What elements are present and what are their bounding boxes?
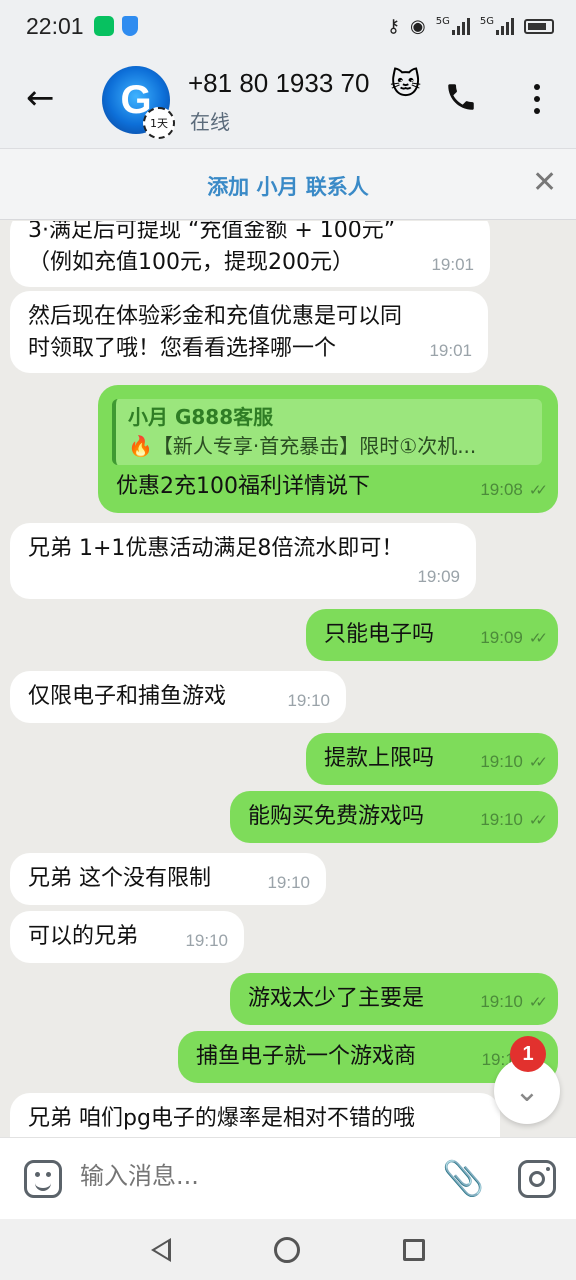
- paperclip-icon[interactable]: 📎: [442, 1160, 484, 1198]
- message-text: 3·满足后可提现 “充值金额 + 100元” （例如充值100元，提现200元）: [28, 221, 396, 275]
- reply-text: 🔥【新人专享·首充暴击】限时①次机...: [128, 434, 477, 458]
- message-bubble[interactable]: 只能电子吗 19:09 ✓✓: [306, 609, 558, 661]
- read-ticks-icon: ✓✓: [528, 482, 548, 499]
- status-bar: 22:01 ⚷ ◉ 5G 5G: [0, 0, 576, 52]
- message-bubble[interactable]: 提款上限吗 19:10 ✓✓: [306, 733, 558, 785]
- unread-badge: 1: [510, 1036, 546, 1072]
- read-ticks-icon: ✓✓: [528, 630, 548, 647]
- message-text: 仅限电子和捕鱼游戏: [28, 684, 227, 709]
- message-meta: 19:10 ✓✓: [480, 986, 548, 1019]
- network-type-1: 5G: [435, 16, 450, 27]
- nav-home-icon[interactable]: [273, 1236, 300, 1263]
- status-time: 22:01: [26, 12, 84, 39]
- message-bubble[interactable]: 兄弟 这个没有限制 19:10: [10, 853, 326, 905]
- contact-name[interactable]: +81 80 1933 70: [188, 68, 369, 99]
- cat-sticker-icon: 🐱: [390, 67, 422, 102]
- wechat-icon: [93, 16, 114, 36]
- nav-recents-icon[interactable]: [402, 1238, 425, 1261]
- message-meta: 19:10 ✓✓: [480, 804, 548, 837]
- message-time: 19:10: [267, 873, 310, 892]
- camera-icon[interactable]: [518, 1160, 556, 1198]
- message-input-bar: 📎: [0, 1137, 576, 1219]
- message-text: 兄弟 咱们pg电子的爆率是相对不错的哦: [28, 1106, 415, 1131]
- message-time: 19:09: [480, 628, 523, 647]
- message-meta: 19:08 ✓✓: [480, 474, 548, 507]
- message-time: 19:08: [480, 480, 523, 499]
- nav-back-icon[interactable]: [151, 1237, 172, 1262]
- close-icon[interactable]: ✕: [532, 165, 557, 201]
- message-time: 19:10: [480, 752, 523, 771]
- signal-icon: 5G: [436, 17, 470, 35]
- message-text: 然后现在体验彩金和充值优惠是可以同 时领取了哦！您看看选择哪一个: [28, 304, 403, 361]
- phone-icon[interactable]: [444, 80, 478, 114]
- message-text: 兄弟 1+1优惠活动满足8倍流水即可！: [28, 536, 404, 561]
- message-time: 19:01: [431, 255, 474, 274]
- message-bubble[interactable]: 兄弟 1+1优惠活动满足8倍流水即可！ 19:09: [10, 523, 476, 599]
- add-contact-banner: 添加 小月 联系人 ✕: [0, 148, 576, 220]
- message-time: 19:10: [185, 931, 228, 950]
- message-time: 19:10: [480, 810, 523, 829]
- more-menu-icon[interactable]: [530, 82, 544, 116]
- battery-icon: [524, 18, 554, 34]
- message-bubble[interactable]: 3·满足后可提现 “充值金额 + 100元” （例如充值100元，提现200元）…: [10, 221, 490, 287]
- timer-icon: 1天: [143, 107, 175, 139]
- shield-icon: [121, 16, 138, 36]
- message-text: 优惠2充100福利详情说下: [116, 474, 370, 499]
- message-bubble[interactable]: 仅限电子和捕鱼游戏 19:10: [10, 671, 346, 723]
- read-ticks-icon: ✓✓: [528, 754, 548, 771]
- network-type-2: 5G: [479, 16, 494, 27]
- key-icon: ⚷: [386, 15, 401, 37]
- reply-quote[interactable]: 小月 G888客服 🔥【新人专享·首充暴击】限时①次机...: [112, 399, 542, 465]
- message-time: 19:09: [417, 567, 460, 586]
- message-meta: 19:10 ✓✓: [480, 746, 548, 779]
- message-bubble[interactable]: 然后现在体验彩金和充值优惠是可以同 时领取了哦！您看看选择哪一个 19:01: [10, 291, 488, 373]
- signal-icon-2: 5G: [480, 17, 514, 35]
- system-nav-bar: [0, 1219, 576, 1280]
- add-contact-button[interactable]: 添加 小月 联系人: [0, 171, 576, 201]
- message-bubble[interactable]: 能购买免费游戏吗 19:10 ✓✓: [230, 791, 558, 843]
- message-time: 19:10: [480, 992, 523, 1011]
- message-bubble[interactable]: 小月 G888客服 🔥【新人专享·首充暴击】限时①次机... 优惠2充100福利…: [98, 385, 558, 513]
- message-bubble[interactable]: 游戏太少了主要是 19:10 ✓✓: [230, 973, 558, 1025]
- sticker-icon[interactable]: [24, 1160, 62, 1198]
- eye-icon: ◉: [410, 15, 426, 37]
- back-arrow-icon[interactable]: ←: [26, 80, 55, 116]
- message-text: 兄弟 这个没有限制: [28, 866, 211, 891]
- reply-sender: 小月 G888客服: [128, 405, 274, 429]
- read-ticks-icon: ✓✓: [528, 812, 548, 829]
- chevron-down-icon: ⌄: [514, 1073, 540, 1109]
- message-input[interactable]: [80, 1162, 420, 1190]
- contact-status: 在线: [190, 110, 230, 134]
- message-time: 19:01: [429, 341, 472, 360]
- read-ticks-icon: ✓✓: [528, 994, 548, 1011]
- message-list[interactable]: 3·满足后可提现 “充值金额 + 100元” （例如充值100元，提现200元）…: [0, 221, 576, 1137]
- message-bubble[interactable]: 兄弟 咱们pg电子的爆率是相对不错的哦: [10, 1093, 500, 1137]
- chat-header: ← G 1天 +81 80 1933 70 在线 🐱: [0, 52, 576, 148]
- message-time: 19:10: [287, 691, 330, 710]
- message-meta: 19:09 ✓✓: [480, 622, 548, 655]
- message-bubble[interactable]: 可以的兄弟 19:10: [10, 911, 244, 963]
